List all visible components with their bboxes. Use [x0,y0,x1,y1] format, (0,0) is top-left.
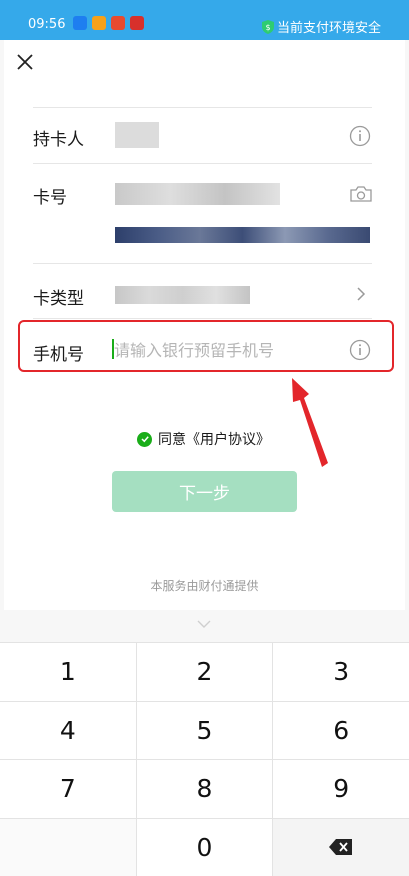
key-5[interactable]: 5 [136,701,273,759]
status-app-icons [73,16,144,30]
chevron-down-icon[interactable] [197,620,211,629]
chevron-right-icon[interactable] [355,286,367,302]
status-time: 09:56 [28,17,66,32]
cardholder-label: 持卡人 [33,130,84,150]
provider-text: 本服务由财付通提供 [150,579,259,593]
next-button[interactable]: 下一步 [112,471,297,512]
info-icon[interactable] [349,339,371,361]
text-caret [112,339,114,359]
key-7[interactable]: 7 [0,760,136,818]
key-3[interactable]: 3 [273,643,409,701]
key-1[interactable]: 1 [0,643,136,701]
key-2[interactable]: 2 [136,643,273,701]
keypad-header[interactable] [0,612,409,642]
key-6[interactable]: 6 [273,701,409,759]
cardholder-row: 持卡人 [33,125,372,150]
info-icon[interactable] [349,125,371,147]
checkmark-icon [137,431,152,447]
camera-icon[interactable] [349,183,373,205]
card-type-label: 卡类型 [33,289,84,309]
divider [33,318,372,319]
numeric-keypad: 1 2 3 4 5 6 7 8 9 0 [0,642,409,876]
agree-text: 同意 [158,432,186,448]
security-status: $ 当前支付环境安全 [261,17,381,36]
agreement-checkbox[interactable]: 同意 《用户协议》 [137,429,270,449]
app-icon [111,16,125,30]
phone-input[interactable] [112,338,334,362]
status-bar: 09:56 $ 当前支付环境安全 [0,0,409,40]
app-icon [92,16,106,30]
key-0[interactable]: 0 [136,818,273,876]
card-number-blurred-line2 [115,227,370,243]
security-text: 当前支付环境安全 [276,21,381,36]
card-type-blurred [115,286,250,304]
key-4[interactable]: 4 [0,701,136,759]
card-number-blurred-line1 [115,183,280,205]
backspace-key[interactable] [273,818,409,876]
user-agreement-link[interactable]: 《用户协议》 [186,429,270,449]
phone-label: 手机号 [33,345,84,365]
shield-icon: $ [261,19,274,34]
key-8[interactable]: 8 [136,760,273,818]
key-blank [0,818,136,876]
divider [33,107,372,108]
close-icon[interactable] [15,52,35,72]
card-number-label: 卡号 [33,188,67,208]
divider [33,163,372,164]
key-9[interactable]: 9 [273,760,409,818]
backspace-icon [329,839,353,856]
app-icon [130,16,144,30]
alipay-icon [73,16,87,30]
cardholder-value-blurred [115,122,159,148]
divider [33,263,372,264]
svg-text:$: $ [265,23,270,32]
